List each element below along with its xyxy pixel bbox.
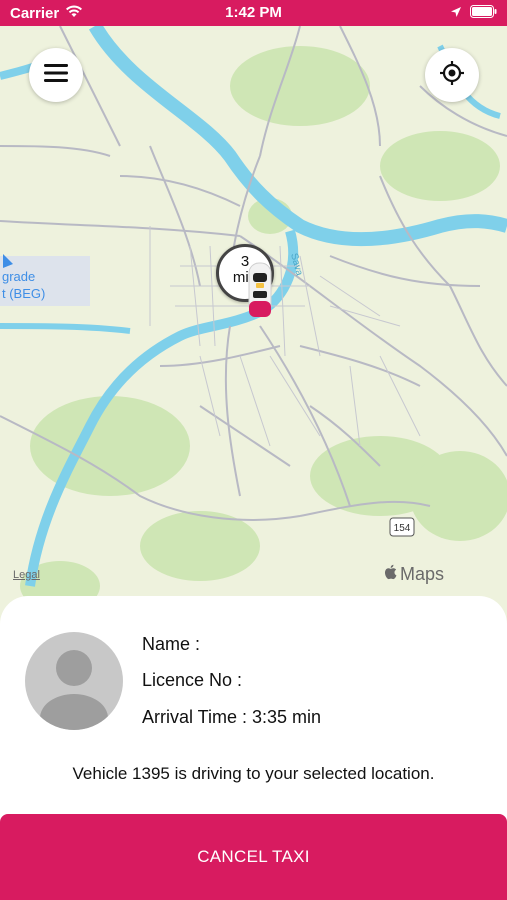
battery-icon [470,5,497,22]
driver-info-sheet: Name : Licence No : Arrival Time : 3:35 … [0,596,507,900]
location-arrow-icon [450,5,462,22]
airport-label-line1: grade [2,269,35,284]
map-view[interactable]: grade t (BEG) Sava 154 3 min Legal Maps [0,26,507,626]
status-bar: Carrier 1:42 PM [0,0,507,26]
taxi-car-icon [246,261,274,324]
crosshair-icon [439,60,465,91]
legal-link[interactable]: Legal [13,569,40,581]
status-time: 1:42 PM [225,4,282,21]
vehicle-status-message: Vehicle 1395 is driving to your selected… [72,764,435,783]
driver-avatar [25,632,123,730]
apple-logo-icon [384,564,398,585]
maps-label: Maps [400,564,445,584]
driver-name: Name : [142,634,201,654]
user-placeholder-icon [40,650,108,730]
map-canvas: grade t (BEG) Sava 154 [0,26,507,626]
menu-button[interactable] [29,48,83,102]
hamburger-icon [44,63,68,88]
driver-licence: Licence No : [142,670,243,690]
airport-label-line2: t (BEG) [2,286,45,301]
arrival-time: Arrival Time : 3:35 min [142,707,322,727]
locate-me-button[interactable] [425,48,479,102]
road-shield-label: 154 [394,523,411,534]
maps-attribution: Maps [384,564,444,585]
road-shield: 154 [389,517,415,537]
status-right-group [450,5,497,22]
cancel-taxi-button[interactable]: CANCEL TAXI [0,814,507,900]
